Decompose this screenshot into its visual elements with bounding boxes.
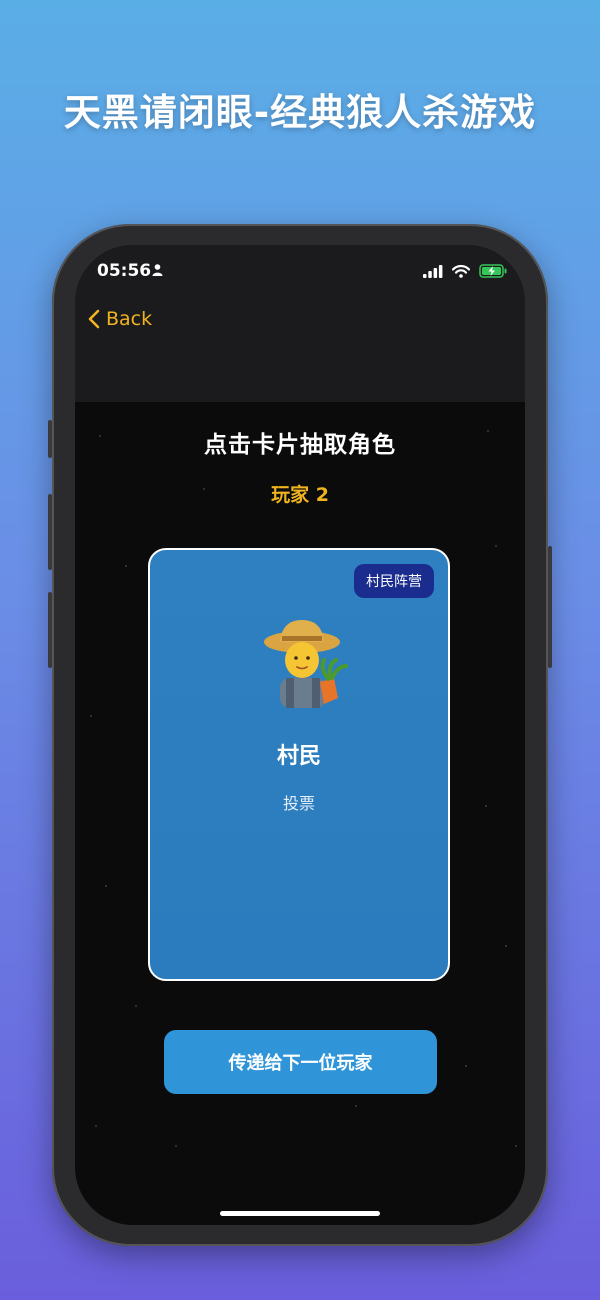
background-star <box>105 885 107 887</box>
mute-switch <box>48 420 52 458</box>
phone-screen: 05:56 Back 点击卡片抽取角色 玩家 2 村民阵营 村民 投票 传递给下… <box>75 245 525 1225</box>
role-card[interactable]: 村民阵营 村民 投票 <box>148 548 450 981</box>
promo-headline: 天黑请闭眼-经典狼人杀游戏 <box>63 91 537 134</box>
status-indicators <box>422 263 507 282</box>
chevron-left-icon <box>88 309 100 329</box>
current-player-label: 玩家 2 <box>271 484 329 506</box>
battery-charging-icon <box>479 264 507 278</box>
status-time: 05:56 <box>97 261 152 281</box>
person-icon <box>152 264 163 276</box>
home-indicator[interactable] <box>220 1211 380 1216</box>
background-star <box>125 565 127 567</box>
background-star <box>465 1065 467 1067</box>
navigation-bar: 05:56 Back <box>75 245 525 402</box>
background-star <box>135 1005 137 1007</box>
pass-to-next-player-button[interactable]: 传递给下一位玩家 <box>164 1030 437 1094</box>
back-button[interactable]: Back <box>88 308 152 330</box>
camp-badge: 村民阵营 <box>354 564 434 598</box>
background-star <box>515 1145 517 1147</box>
background-star <box>90 715 92 717</box>
farmer-emoji-icon <box>264 620 348 708</box>
background-star <box>495 545 497 547</box>
draw-card-prompt: 点击卡片抽取角色 <box>204 432 396 458</box>
role-name: 村民 <box>276 744 321 769</box>
wifi-icon <box>451 265 471 278</box>
background-star <box>485 805 487 807</box>
cellular-signal-icon <box>422 265 443 278</box>
background-star <box>95 1125 97 1127</box>
back-button-label: Back <box>106 308 153 330</box>
background-star <box>355 1105 357 1107</box>
background-star <box>505 945 507 947</box>
volume-up-button <box>48 494 52 570</box>
power-button <box>548 546 552 668</box>
volume-down-button <box>48 592 52 668</box>
role-ability: 投票 <box>282 794 315 813</box>
background-star <box>175 1145 177 1147</box>
